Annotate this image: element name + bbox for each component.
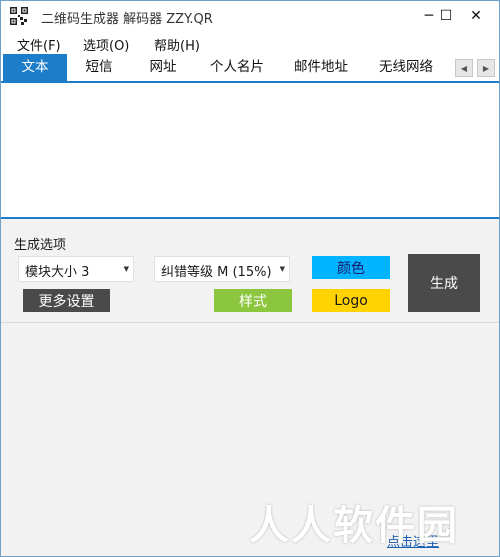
tab-text[interactable]: 文本 xyxy=(3,54,67,81)
module-size-select[interactable]: 模块大小 3 ▼ xyxy=(18,256,134,282)
chevron-down-icon: ▼ xyxy=(123,265,129,273)
maximize-icon: ☐ xyxy=(439,8,453,24)
error-correction-select[interactable]: 纠错等级 M (15%) ▼ xyxy=(154,256,290,282)
menu-bar: 文件(F) 选项(O) 帮助(H) xyxy=(1,32,499,54)
module-size-value: 模块大小 3 xyxy=(25,265,90,280)
style-button[interactable]: 样式 xyxy=(214,289,292,312)
title-bar: 二维码生成器 解码器 ZZY.QR ─ ☐ ✕ xyxy=(1,1,499,32)
tab-email[interactable]: 邮件地址 xyxy=(286,54,356,81)
chevron-down-icon: ▼ xyxy=(279,265,285,273)
arrow-right-icon: ▶ xyxy=(482,63,490,73)
tab-scroll-left-button[interactable]: ◀ xyxy=(455,59,473,77)
options-section-label: 生成选项 xyxy=(14,238,67,253)
content-textarea[interactable] xyxy=(1,83,499,219)
error-correction-value: 纠错等级 M (15%) xyxy=(161,265,272,280)
tab-url[interactable]: 网址 xyxy=(143,54,183,81)
close-button[interactable]: ✕ xyxy=(453,1,499,31)
tab-strip: 文本 短信 网址 个人名片 邮件地址 无线网络 ◀ ▶ xyxy=(1,54,499,83)
logo-button[interactable]: Logo xyxy=(312,289,390,312)
generate-button[interactable]: 生成 xyxy=(408,254,480,312)
qr-app-icon xyxy=(9,6,29,26)
menu-options[interactable]: 选项(O) xyxy=(83,35,129,54)
tab-wifi[interactable]: 无线网络 xyxy=(371,54,441,81)
menu-file[interactable]: 文件(F) xyxy=(17,35,61,54)
color-button[interactable]: 颜色 xyxy=(312,256,390,279)
arrow-left-icon: ◀ xyxy=(460,63,468,73)
tab-sms[interactable]: 短信 xyxy=(79,54,119,81)
watermark-text: 人人软件园 xyxy=(249,503,459,549)
tab-vcard[interactable]: 个人名片 xyxy=(202,54,272,81)
menu-help[interactable]: 帮助(H) xyxy=(154,35,200,54)
app-window: 二维码生成器 解码器 ZZY.QR ─ ☐ ✕ 文件(F) 选项(O) 帮助(H… xyxy=(0,0,500,557)
window-title: 二维码生成器 解码器 ZZY.QR xyxy=(41,12,213,27)
more-settings-button[interactable]: 更多设置 xyxy=(23,289,110,312)
close-icon: ✕ xyxy=(470,8,482,24)
tab-scroll-right-button[interactable]: ▶ xyxy=(477,59,495,77)
